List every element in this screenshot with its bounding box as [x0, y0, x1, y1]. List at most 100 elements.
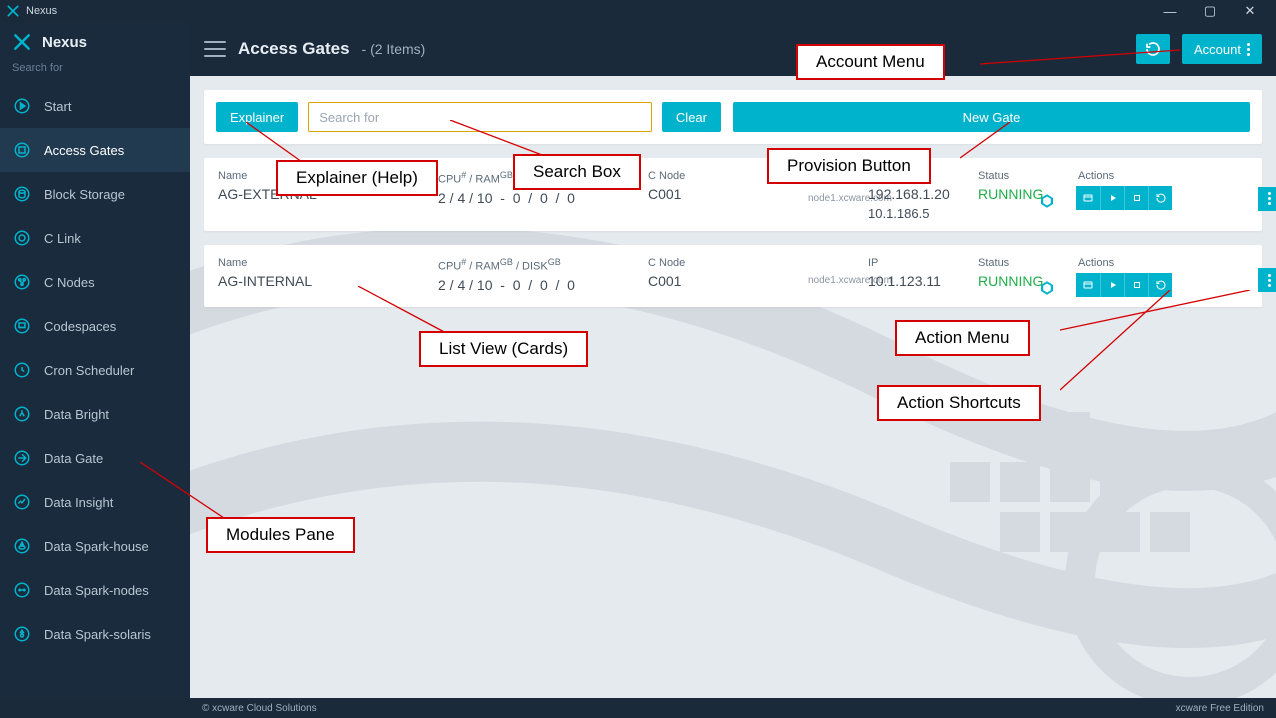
action-menu-button[interactable]	[1258, 187, 1276, 211]
footer-copyright: © xcware Cloud Solutions	[202, 703, 317, 714]
hex-icon	[1038, 279, 1056, 297]
sidebar-item-data-insight[interactable]: Data Insight	[0, 480, 190, 524]
gate-status: RUNNING	[978, 186, 1078, 202]
gate-ip: 192.168.1.20	[868, 186, 978, 202]
sidebar-item-data-spark-solaris[interactable]: Data Spark-solaris	[0, 612, 190, 656]
module-icon	[12, 448, 32, 468]
gate-specs: 2 / 4 / 10 - 0 / 0 / 0	[438, 190, 648, 206]
brand-icon	[12, 32, 32, 52]
sidebar-item-access-gates[interactable]: Access Gates	[0, 128, 190, 172]
sidebar-item-codespaces[interactable]: Codespaces	[0, 304, 190, 348]
window-minimize-button[interactable]: —	[1150, 0, 1190, 22]
brand-name: Nexus	[42, 34, 87, 51]
action-shortcut-1[interactable]	[1100, 273, 1124, 297]
action-shortcut-2[interactable]	[1124, 273, 1148, 297]
kebab-icon	[1247, 43, 1250, 56]
sidebar-item-label: Data Spark-solaris	[44, 627, 151, 642]
menu-toggle-button[interactable]	[204, 41, 226, 57]
sidebar-item-label: Cron Scheduler	[44, 363, 134, 378]
module-icon	[12, 360, 32, 380]
callout-list-view: List View (Cards)	[419, 331, 588, 367]
brand: Nexus	[0, 22, 190, 58]
sidebar-item-label: Codespaces	[44, 319, 116, 334]
module-icon	[12, 536, 32, 556]
toolbar-card: Explainer Clear New Gate	[204, 90, 1262, 144]
sidebar-item-data-bright[interactable]: Data Bright	[0, 392, 190, 436]
refresh-button[interactable]	[1136, 34, 1170, 64]
gate-cnode: C001	[648, 186, 808, 202]
col-actions: Actions	[1078, 170, 1258, 182]
footer: © xcware Cloud Solutions xcware Free Edi…	[0, 698, 1276, 718]
sidebar: Nexus Search for Start Access Gates Block …	[0, 22, 190, 698]
sidebar-item-c-nodes[interactable]: C Nodes	[0, 260, 190, 304]
callout-account-menu: Account Menu	[796, 44, 945, 80]
window-close-button[interactable]: ✕	[1230, 0, 1270, 22]
main: Access Gates - (2 Items) Account Explain…	[190, 22, 1276, 698]
sidebar-item-label: Block Storage	[44, 187, 125, 202]
topbar: Access Gates - (2 Items) Account	[190, 22, 1276, 76]
sidebar-item-c-link[interactable]: C Link	[0, 216, 190, 260]
callout-explainer-help: Explainer (Help)	[276, 160, 438, 196]
sidebar-item-label: C Link	[44, 231, 81, 246]
module-icon	[12, 580, 32, 600]
gate-ip: 10.1.123.11	[868, 273, 978, 289]
gate-card: Name AG-INTERNALCPU# / RAMGB / DISKGB 2 / …	[204, 245, 1262, 307]
callout-search-box: Search Box	[513, 154, 641, 190]
gate-specs: 2 / 4 / 10 - 0 / 0 / 0	[438, 277, 648, 293]
gate-host: node1.xcware.com	[808, 275, 868, 286]
window-maximize-button[interactable]: ▢	[1190, 0, 1230, 22]
sidebar-item-block-storage[interactable]: Block Storage	[0, 172, 190, 216]
account-button-label: Account	[1194, 42, 1241, 57]
col-specs: CPU# / RAMGB / DISKGB	[438, 257, 648, 273]
sidebar-item-data-gate[interactable]: Data Gate	[0, 436, 190, 480]
module-icon	[12, 228, 32, 248]
window-title: Nexus	[26, 5, 57, 17]
module-icon	[12, 492, 32, 512]
gate-cnode: C001	[648, 273, 808, 289]
gate-status: RUNNING	[978, 273, 1078, 289]
clear-button[interactable]: Clear	[662, 102, 721, 132]
col-name: Name	[218, 257, 438, 269]
module-icon	[12, 624, 32, 644]
action-shortcut-0[interactable]	[1076, 273, 1100, 297]
col-status: Status	[978, 257, 1078, 269]
account-button[interactable]: Account	[1182, 34, 1262, 64]
module-icon	[12, 140, 32, 160]
sidebar-item-label: Data Gate	[44, 451, 103, 466]
sidebar-item-label: Start	[44, 99, 71, 114]
sidebar-item-label: Data Spark-house	[44, 539, 149, 554]
sidebar-item-data-spark-nodes[interactable]: Data Spark-nodes	[0, 568, 190, 612]
new-gate-button[interactable]: New Gate	[733, 102, 1250, 132]
gate-name: AG-INTERNAL	[218, 273, 438, 289]
module-icon	[12, 316, 32, 336]
action-shortcuts	[1076, 273, 1172, 297]
gate-host: node1.xcware.com	[808, 193, 868, 204]
action-menu-button[interactable]	[1258, 268, 1276, 292]
search-input[interactable]	[308, 102, 652, 132]
col-status: Status	[978, 170, 1078, 182]
sidebar-item-label: C Nodes	[44, 275, 95, 290]
sidebar-item-cron-scheduler[interactable]: Cron Scheduler	[0, 348, 190, 392]
action-shortcut-0[interactable]	[1076, 186, 1100, 210]
page-subtitle: - (2 Items)	[362, 41, 426, 57]
sidebar-item-label: Data Bright	[44, 407, 109, 422]
callout-modules-pane: Modules Pane	[206, 517, 355, 553]
sidebar-item-start[interactable]: Start	[0, 84, 190, 128]
callout-provision-button: Provision Button	[767, 148, 931, 184]
sidebar-item-data-spark-house[interactable]: Data Spark-house	[0, 524, 190, 568]
action-shortcuts	[1076, 186, 1172, 210]
callout-action-menu: Action Menu	[895, 320, 1030, 356]
action-shortcut-1[interactable]	[1100, 186, 1124, 210]
col-ip: IP	[868, 257, 978, 269]
os-titlebar: Nexus — ▢ ✕	[0, 0, 1276, 22]
explainer-button[interactable]: Explainer	[216, 102, 298, 132]
module-icon	[12, 184, 32, 204]
sidebar-search-hint[interactable]: Search for	[0, 58, 190, 84]
action-shortcut-2[interactable]	[1124, 186, 1148, 210]
action-shortcut-3[interactable]	[1148, 186, 1172, 210]
hex-icon	[1038, 192, 1056, 210]
action-shortcut-3[interactable]	[1148, 273, 1172, 297]
callout-action-shortcuts: Action Shortcuts	[877, 385, 1041, 421]
nav: Start Access Gates Block Storage C Link C No…	[0, 84, 190, 698]
sidebar-item-label: Data Insight	[44, 495, 113, 510]
